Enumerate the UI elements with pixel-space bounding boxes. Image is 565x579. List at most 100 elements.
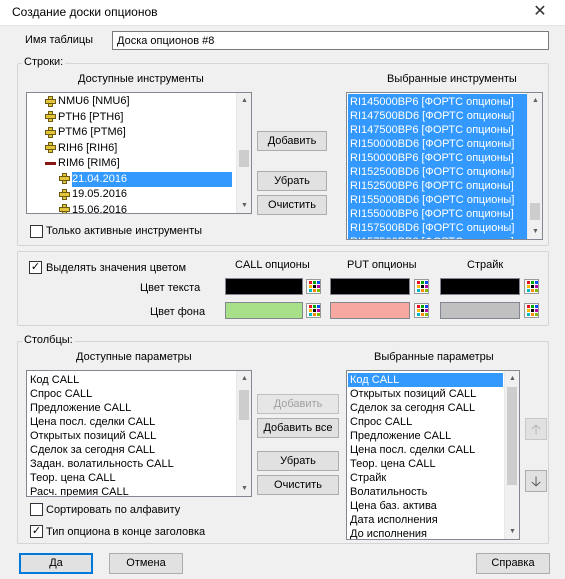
- scroll-up-icon[interactable]: ▲: [237, 93, 251, 108]
- selected-instrument-item[interactable]: RI157500BD6 [ФОРТС опционы]: [348, 221, 526, 235]
- call-bg-color-box[interactable]: [225, 302, 303, 319]
- close-icon[interactable]: ✕: [528, 2, 552, 22]
- selected-param-item[interactable]: Предложение CALL: [348, 429, 503, 443]
- selected-instruments-scrollbar[interactable]: ▲ ▼: [527, 93, 542, 239]
- plus-icon[interactable]: [45, 96, 56, 107]
- minus-icon[interactable]: [45, 158, 56, 169]
- call-text-color-box[interactable]: [225, 278, 303, 295]
- option-type-checkbox[interactable]: ✓: [30, 525, 43, 538]
- scroll-up-icon[interactable]: ▲: [505, 371, 519, 386]
- available-param-item[interactable]: Расч. премия CALL: [28, 485, 233, 496]
- table-name-input[interactable]: [112, 31, 549, 50]
- selected-param-item[interactable]: Цена баз. актива: [348, 499, 503, 513]
- selected-instrument-item[interactable]: RI155000BP6 [ФОРТС опционы]: [348, 207, 526, 221]
- help-button[interactable]: Справка: [476, 553, 550, 574]
- scroll-down-icon[interactable]: ▼: [528, 224, 542, 239]
- selected-param-item[interactable]: Открытых позиций CALL: [348, 387, 503, 401]
- available-param-item[interactable]: Спрос CALL: [28, 387, 233, 401]
- palette-icon[interactable]: [306, 303, 321, 318]
- remove-instrument-button[interactable]: Убрать: [257, 171, 327, 191]
- selected-param-item[interactable]: Код CALL: [348, 373, 503, 387]
- tree-scrollbar[interactable]: ▲ ▼: [236, 93, 251, 213]
- remove-param-button[interactable]: Убрать: [257, 451, 339, 471]
- strike-text-color-box[interactable]: [440, 278, 520, 295]
- strike-bg-color-box[interactable]: [440, 302, 520, 319]
- palette-icon[interactable]: [306, 279, 321, 294]
- tree-item[interactable]: RIH6 [RIH6]: [45, 141, 117, 156]
- available-params-list[interactable]: Код CALL Спрос CALL Предложение CALL Цена п…: [26, 370, 252, 497]
- scroll-thumb[interactable]: [239, 390, 249, 420]
- tree-item[interactable]: RIM6 [RIM6]: [45, 156, 120, 171]
- highlight-colors-checkbox[interactable]: ✓: [29, 261, 42, 274]
- available-param-item[interactable]: Сделок за сегодня CALL: [28, 443, 233, 457]
- sort-alphabet-checkbox[interactable]: [30, 503, 43, 516]
- ok-button[interactable]: Да: [19, 553, 93, 574]
- selected-instrument-item[interactable]: RI145000BP6 [ФОРТС опционы]: [348, 95, 526, 109]
- selected-params-scrollbar[interactable]: ▲ ▼: [504, 371, 519, 539]
- selected-param-item[interactable]: Дата исполнения: [348, 513, 503, 527]
- selected-instrument-item[interactable]: RI152500BP6 [ФОРТС опционы]: [348, 179, 526, 193]
- selected-params-list[interactable]: Код CALL Открытых позиций CALL Сделок за с…: [346, 370, 520, 540]
- plus-icon[interactable]: [59, 173, 70, 184]
- cancel-button[interactable]: Отмена: [109, 553, 183, 574]
- selected-param-item[interactable]: Страйк: [348, 471, 503, 485]
- move-down-icon[interactable]: 🡣: [525, 470, 547, 492]
- tree-item[interactable]: PTH6 [PTH6]: [45, 110, 123, 125]
- palette-icon[interactable]: [524, 279, 539, 294]
- available-param-item[interactable]: Код CALL: [28, 373, 233, 387]
- add-instrument-button[interactable]: Добавить: [257, 131, 327, 151]
- available-instruments-tree[interactable]: NMU6 [NMU6] PTH6 [PTH6] PTM6 [PTM6] RIH6 [R…: [26, 92, 252, 214]
- selected-instrument-item[interactable]: RI150000BP6 [ФОРТС опционы]: [348, 151, 526, 165]
- selected-instrument-item[interactable]: RI152500BD6 [ФОРТС опционы]: [348, 165, 526, 179]
- selected-instrument-item[interactable]: RI150000BD6 [ФОРТС опционы]: [348, 137, 526, 151]
- selected-instrument-item[interactable]: RI157500BP6 [ФОРТС опционы]: [348, 235, 526, 239]
- clear-params-button[interactable]: Очистить: [257, 475, 339, 495]
- selected-param-item[interactable]: Теор. цена CALL: [348, 457, 503, 471]
- scroll-up-icon[interactable]: ▲: [528, 93, 542, 108]
- selected-param-item[interactable]: Волатильность: [348, 485, 503, 499]
- available-param-item[interactable]: Теор. цена CALL: [28, 471, 233, 485]
- scroll-down-icon[interactable]: ▼: [237, 481, 251, 496]
- plus-icon[interactable]: [59, 189, 70, 200]
- tree-item[interactable]: 19.05.2016: [59, 187, 127, 202]
- scroll-up-icon[interactable]: ▲: [237, 371, 251, 386]
- plus-icon[interactable]: [59, 204, 70, 213]
- scroll-thumb[interactable]: [239, 150, 249, 167]
- put-bg-color-box[interactable]: [330, 302, 410, 319]
- available-param-item[interactable]: Цена посл. сделки CALL: [28, 415, 233, 429]
- plus-icon[interactable]: [45, 142, 56, 153]
- tree-item[interactable]: PTM6 [PTM6]: [45, 125, 126, 140]
- palette-icon[interactable]: [524, 303, 539, 318]
- selected-instrument-item[interactable]: RI147500BP6 [ФОРТС опционы]: [348, 123, 526, 137]
- plus-icon[interactable]: [45, 127, 56, 138]
- clear-instruments-button[interactable]: Очистить: [257, 195, 327, 215]
- selected-param-item[interactable]: Спрос CALL: [348, 415, 503, 429]
- scroll-down-icon[interactable]: ▼: [237, 198, 251, 213]
- tree-item[interactable]: 15.06.2016: [59, 203, 127, 213]
- move-up-icon[interactable]: 🡡: [525, 418, 547, 440]
- selected-param-item[interactable]: Цена посл. сделки CALL: [348, 443, 503, 457]
- add-param-button[interactable]: Добавить: [257, 394, 339, 414]
- plus-icon[interactable]: [45, 111, 56, 122]
- palette-icon[interactable]: [414, 303, 429, 318]
- scroll-thumb[interactable]: [530, 203, 540, 220]
- selected-instrument-item[interactable]: RI147500BD6 [ФОРТС опционы]: [348, 109, 526, 123]
- call-header: CALL опционы: [235, 259, 310, 271]
- selected-instruments-list[interactable]: RI145000BP6 [ФОРТС опционы] RI147500BD6 […: [346, 92, 543, 240]
- scroll-thumb[interactable]: [507, 387, 517, 485]
- params-scrollbar[interactable]: ▲ ▼: [236, 371, 251, 496]
- available-param-item[interactable]: Открытых позиций CALL: [28, 429, 233, 443]
- selected-instrument-item[interactable]: RI155000BD6 [ФОРТС опционы]: [348, 193, 526, 207]
- palette-icon[interactable]: [414, 279, 429, 294]
- tree-item[interactable]: 21.04.2016: [59, 171, 232, 187]
- selected-instruments-header: Выбранные инструменты: [387, 73, 517, 85]
- add-all-params-button[interactable]: Добавить все: [257, 418, 339, 438]
- scroll-down-icon[interactable]: ▼: [505, 524, 519, 539]
- selected-param-item[interactable]: Сделок за сегодня CALL: [348, 401, 503, 415]
- selected-param-item[interactable]: До исполнения: [348, 527, 503, 539]
- available-param-item[interactable]: Предложение CALL: [28, 401, 233, 415]
- put-text-color-box[interactable]: [330, 278, 410, 295]
- tree-item[interactable]: NMU6 [NMU6]: [45, 94, 130, 109]
- only-active-checkbox[interactable]: [30, 225, 43, 238]
- available-param-item[interactable]: Задан. волатильность CALL: [28, 457, 233, 471]
